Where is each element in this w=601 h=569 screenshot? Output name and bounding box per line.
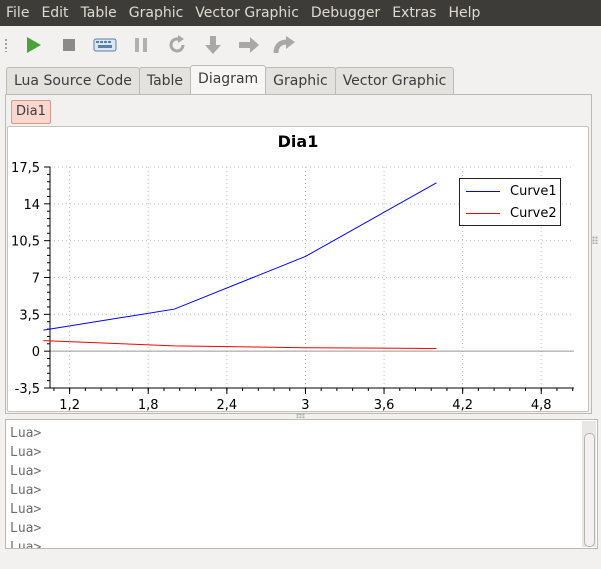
stop-button[interactable] [54, 30, 84, 60]
horizontal-splitter-handle[interactable] [296, 413, 305, 418]
legend-label-curve2: Curve2 [510, 205, 557, 221]
reload-button[interactable] [162, 30, 192, 60]
legend-label-curve1: Curve1 [510, 183, 557, 199]
toolbar-grip[interactable] [4, 38, 8, 52]
toolbar [0, 28, 601, 62]
tab-table[interactable]: Table [138, 67, 192, 94]
console-line: Lua> [10, 426, 42, 441]
x-tick-label: 1,2 [59, 398, 80, 411]
console-line: Lua> [10, 521, 42, 536]
x-tick-label: 4,8 [531, 398, 552, 411]
step-over-button[interactable] [234, 30, 264, 60]
lua-console[interactable]: Lua> Lua> Lua> Lua> Lua> Lua> Lua> [5, 419, 598, 549]
legend-entry-curve1: Curve1 [466, 181, 557, 201]
menu-edit[interactable]: Edit [35, 0, 74, 26]
menu-bar: File Edit Table Graphic Vector Graphic Debugg… [0, 0, 601, 26]
menu-help[interactable]: Help [442, 0, 486, 26]
chart-area: Dia1 -3,5 0 3,5 7 10,5 14 17,5 1,2 1,8 2,4 3 3,6 4,2 4… [7, 126, 589, 412]
diagram-tab-dia1[interactable]: Dia1 [11, 100, 51, 124]
console-line: Lua> [10, 502, 42, 517]
console-line: Lua> [10, 540, 42, 549]
menu-extras[interactable]: Extras [386, 0, 442, 26]
tab-lua-source-code[interactable]: Lua Source Code [6, 67, 140, 94]
console-line: Lua> [10, 464, 42, 479]
tab-vector-graphic[interactable]: Vector Graphic [334, 67, 455, 94]
diagram-panel: Dia1 Dia1 -3,5 0 3,5 7 10,5 14 17,5 1,2 1,8 2,4 3 3,… [5, 94, 592, 414]
vertical-splitter-handle[interactable] [592, 236, 598, 244]
y-tick-label: -3,5 [15, 382, 40, 397]
step-over-icon [239, 37, 259, 53]
x-tick-label: 4,2 [452, 398, 473, 411]
menu-table[interactable]: Table [75, 0, 123, 26]
legend-entry-curve2: Curve2 [466, 203, 557, 223]
menu-vector-graphic[interactable]: Vector Graphic [189, 0, 305, 26]
console-output: Lua> Lua> Lua> Lua> Lua> Lua> Lua> [10, 424, 42, 549]
step-into-button[interactable] [198, 30, 228, 60]
console-line: Lua> [10, 445, 42, 460]
pause-icon [135, 38, 147, 52]
tab-graphic[interactable]: Graphic [265, 67, 336, 94]
menu-graphic[interactable]: Graphic [123, 0, 190, 26]
tab-diagram[interactable]: Diagram [190, 65, 267, 94]
series-line-curve2 [43, 340, 437, 350]
menu-debugger[interactable]: Debugger [305, 0, 386, 26]
play-icon [27, 37, 41, 53]
reload-icon [169, 35, 185, 53]
status-bar [0, 550, 601, 569]
step-into-icon [205, 36, 221, 54]
stop-icon [63, 39, 75, 51]
step-out-button[interactable] [270, 30, 300, 60]
keyboard-button[interactable] [90, 30, 120, 60]
series-line-curve1 [43, 182, 437, 331]
x-tick-label: 2,4 [217, 398, 238, 411]
y-tick-label: 17,5 [11, 161, 40, 176]
y-tick-label: 3,5 [19, 308, 40, 323]
line-chart: Dia1 -3,5 0 3,5 7 10,5 14 17,5 1,2 1,8 2,4 3 3,6 4,2 4… [11, 132, 574, 411]
chart-title: Dia1 [278, 132, 319, 151]
menu-file[interactable]: File [0, 0, 35, 26]
run-button[interactable] [18, 30, 48, 60]
y-tick-label: 0 [32, 345, 40, 360]
console-scrollbar-thumb[interactable] [584, 433, 595, 547]
x-tick-label: 3 [301, 398, 309, 411]
x-tick-label: 1,8 [138, 398, 159, 411]
y-tick-label: 7 [32, 272, 40, 287]
y-tick-label: 14 [23, 198, 40, 213]
step-out-icon [273, 36, 295, 54]
console-scrollbar[interactable] [582, 421, 596, 547]
legend-swatch-curve2 [466, 212, 500, 214]
pause-button[interactable] [126, 30, 156, 60]
chart-legend: Curve1 Curve2 [459, 178, 561, 226]
y-tick-label: 10,5 [11, 235, 40, 250]
main-tabs: Lua Source Code Table Diagram Graphic Vector… [6, 65, 455, 94]
legend-swatch-curve1 [466, 190, 500, 192]
keyboard-icon [93, 38, 117, 52]
x-tick-label: 3,6 [374, 398, 395, 411]
console-line: Lua> [10, 483, 42, 498]
